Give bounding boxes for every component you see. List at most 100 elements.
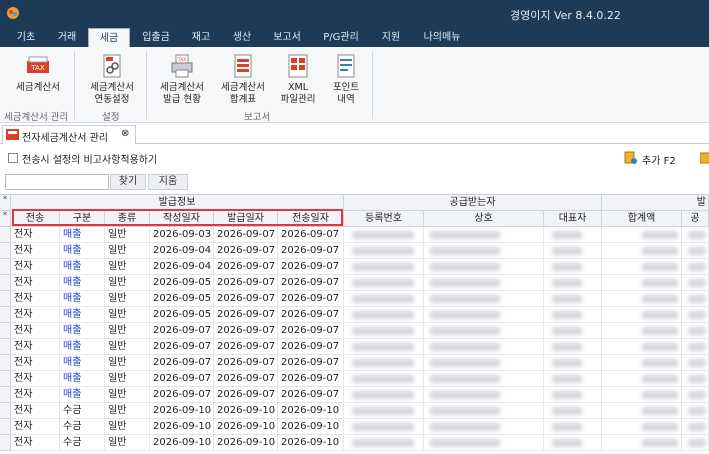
table-row[interactable]: 전자 매출 일반 2026-09-07 2026-09-07 2026-09-07 <box>0 323 709 339</box>
redacted-cell[interactable] <box>682 243 709 259</box>
redacted-cell[interactable] <box>602 323 682 339</box>
grid-cell[interactable]: 전자 <box>11 339 60 355</box>
grid-cell[interactable]: 2026-09-07 <box>278 307 344 323</box>
grid-cell[interactable]: 전자 <box>11 323 60 339</box>
grid-cell[interactable]: 2026-09-07 <box>214 275 278 291</box>
grid-cell[interactable]: 2026-09-07 <box>214 339 278 355</box>
col-header-reg-number[interactable]: 등록번호 <box>344 211 424 227</box>
grid-cell[interactable]: 2026-09-07 <box>278 291 344 307</box>
link-settings-button[interactable]: 세금계산서 연동설정 <box>82 53 142 106</box>
grid-cell[interactable]: 일반 <box>105 403 150 419</box>
redacted-cell[interactable] <box>544 291 602 307</box>
redacted-cell[interactable] <box>424 403 544 419</box>
tax-invoice-button[interactable]: TAX 세금계산서 <box>8 53 68 94</box>
grid-cell[interactable]: 2026-09-03 <box>150 227 214 243</box>
grid-cell[interactable]: 2026-09-07 <box>214 291 278 307</box>
grid-cell[interactable]: 전자 <box>11 243 60 259</box>
grid-cell[interactable]: 2026-09-07 <box>278 259 344 275</box>
menu-my-menu[interactable]: 나의메뉴 <box>413 28 471 47</box>
redacted-cell[interactable] <box>602 419 682 435</box>
point-history-button[interactable]: 포인트 내역 <box>324 53 368 106</box>
redacted-cell[interactable] <box>544 259 602 275</box>
redacted-cell[interactable] <box>682 291 709 307</box>
redacted-cell[interactable] <box>544 227 602 243</box>
grid-cell[interactable]: 전자 <box>11 419 60 435</box>
redacted-cell[interactable] <box>682 419 709 435</box>
redacted-cell[interactable] <box>424 355 544 371</box>
table-row[interactable]: 전자 매출 일반 2026-09-07 2026-09-07 2026-09-07 <box>0 371 709 387</box>
grid-cell[interactable]: 2026-09-10 <box>214 403 278 419</box>
redacted-cell[interactable] <box>344 403 424 419</box>
grid-cell[interactable]: 전자 <box>11 355 60 371</box>
redacted-cell[interactable] <box>682 403 709 419</box>
table-row[interactable]: 전자 매출 일반 2026-09-04 2026-09-07 2026-09-07 <box>0 243 709 259</box>
grid-cell[interactable]: 2026-09-10 <box>150 419 214 435</box>
col-header-ceo[interactable]: 대표자 <box>544 211 602 227</box>
redacted-cell[interactable] <box>682 387 709 403</box>
row-indicator[interactable] <box>0 419 11 435</box>
table-row[interactable]: 전자 매출 일반 2026-09-05 2026-09-07 2026-09-07 <box>0 307 709 323</box>
grid-cell[interactable]: 2026-09-05 <box>150 291 214 307</box>
table-row[interactable]: 전자 매출 일반 2026-09-03 2026-09-07 2026-09-07 <box>0 227 709 243</box>
grid-cell[interactable]: 수금 <box>60 419 105 435</box>
redacted-cell[interactable] <box>602 291 682 307</box>
grid-cell[interactable]: 일반 <box>105 243 150 259</box>
redacted-cell[interactable] <box>544 339 602 355</box>
grid-cell[interactable]: 2026-09-07 <box>278 371 344 387</box>
xml-file-button[interactable]: XML 파일관리 <box>276 53 320 106</box>
grid-cell[interactable]: 일반 <box>105 307 150 323</box>
grid-cell[interactable]: 전자 <box>11 371 60 387</box>
grid-cell[interactable]: 매출 <box>60 339 105 355</box>
redacted-cell[interactable] <box>682 339 709 355</box>
redacted-cell[interactable] <box>344 339 424 355</box>
redacted-cell[interactable] <box>682 323 709 339</box>
apply-remarks-checkbox[interactable] <box>8 153 18 163</box>
grid-cell[interactable]: 매출 <box>60 291 105 307</box>
redacted-cell[interactable] <box>544 307 602 323</box>
menu-tax[interactable]: 세금 <box>88 28 130 47</box>
redacted-cell[interactable] <box>344 387 424 403</box>
redacted-cell[interactable] <box>344 323 424 339</box>
redacted-cell[interactable] <box>682 307 709 323</box>
grid-cell[interactable]: 2026-09-07 <box>278 387 344 403</box>
redacted-cell[interactable] <box>344 419 424 435</box>
redacted-cell[interactable] <box>344 307 424 323</box>
row-indicator[interactable] <box>0 403 11 419</box>
menu-trade[interactable]: 거래 <box>48 28 86 47</box>
grid-cell[interactable]: 전자 <box>11 387 60 403</box>
menu-inventory[interactable]: 재고 <box>182 28 220 47</box>
redacted-cell[interactable] <box>544 243 602 259</box>
table-row[interactable]: 전자 매출 일반 2026-09-05 2026-09-07 2026-09-07 <box>0 291 709 307</box>
grid-cell[interactable]: 2026-09-10 <box>278 403 344 419</box>
grid-cell[interactable]: 2026-09-10 <box>150 435 214 451</box>
grid-cell[interactable]: 전자 <box>11 403 60 419</box>
grid-cell[interactable]: 2026-09-07 <box>150 323 214 339</box>
redacted-cell[interactable] <box>344 355 424 371</box>
redacted-cell[interactable] <box>602 259 682 275</box>
grid-cell[interactable]: 매출 <box>60 307 105 323</box>
redacted-cell[interactable] <box>544 355 602 371</box>
menu-payments[interactable]: 입출금 <box>133 28 179 47</box>
redacted-cell[interactable] <box>344 291 424 307</box>
grid-cell[interactable]: 2026-09-07 <box>278 323 344 339</box>
col-header-category[interactable]: 구분 <box>60 211 105 227</box>
redacted-cell[interactable] <box>602 387 682 403</box>
grid-cell[interactable]: 일반 <box>105 323 150 339</box>
grid-cell[interactable]: 2026-09-10 <box>214 419 278 435</box>
grid-cell[interactable]: 일반 <box>105 227 150 243</box>
grid-cell[interactable]: 2026-09-07 <box>214 323 278 339</box>
redacted-cell[interactable] <box>344 371 424 387</box>
redacted-cell[interactable] <box>544 435 602 451</box>
table-row[interactable]: 전자 매출 일반 2026-09-07 2026-09-07 2026-09-07 <box>0 355 709 371</box>
menu-reports[interactable]: 보고서 <box>264 28 310 47</box>
grid-cell[interactable]: 2026-09-07 <box>214 243 278 259</box>
grid-cell[interactable]: 2026-09-07 <box>214 371 278 387</box>
grid-cell[interactable]: 2026-09-07 <box>278 355 344 371</box>
redacted-cell[interactable] <box>424 227 544 243</box>
redacted-cell[interactable] <box>602 307 682 323</box>
summary-table-button[interactable]: 세금계산서 합계표 <box>214 53 272 106</box>
col-header-transmit-date[interactable]: 전송일자 <box>278 211 344 227</box>
col-header-total[interactable]: 합계액 <box>602 211 682 227</box>
grid-cell[interactable]: 전자 <box>11 307 60 323</box>
row-indicator[interactable] <box>0 339 11 355</box>
